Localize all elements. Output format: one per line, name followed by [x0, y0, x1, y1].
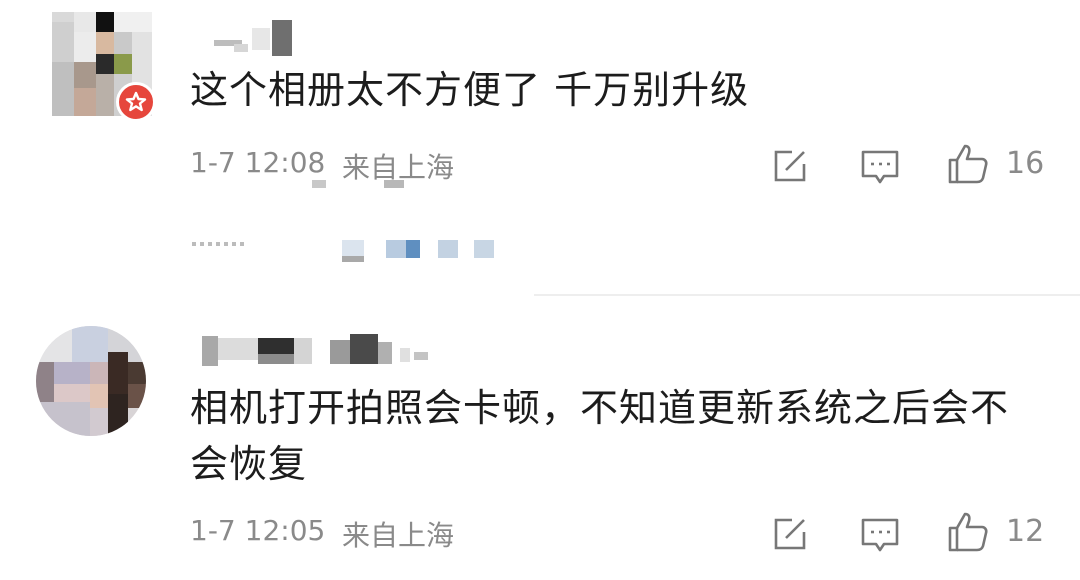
comment-icon[interactable] — [858, 514, 902, 558]
edit-icon[interactable] — [768, 144, 812, 188]
redaction-mark — [312, 180, 408, 190]
comment-text-line-2: 会恢复 — [190, 442, 308, 486]
edit-icon[interactable] — [768, 512, 812, 556]
comment-icon[interactable] — [858, 146, 902, 190]
comment-text-line-1: 相机打开拍照会卡顿，不知道更新系统之后会不 — [190, 386, 1010, 430]
thumbs-up-icon[interactable] — [946, 142, 990, 186]
comment-text: 这个相册太不方便了 千万别升级 — [190, 68, 750, 112]
comment-location: 来自上海 — [342, 519, 455, 552]
reply-preview[interactable] — [192, 236, 502, 262]
divider — [534, 294, 1080, 296]
like-count: 12 — [1006, 514, 1045, 549]
like-count: 16 — [1006, 146, 1045, 181]
username[interactable] — [208, 20, 298, 56]
thumbs-up-icon[interactable] — [946, 510, 990, 554]
avatar[interactable] — [36, 326, 146, 436]
comment-time: 1-7 12:05 — [190, 514, 326, 547]
vip-badge-icon — [116, 82, 156, 122]
username[interactable] — [198, 334, 438, 368]
comment-time: 1-7 12:08 — [190, 146, 326, 179]
